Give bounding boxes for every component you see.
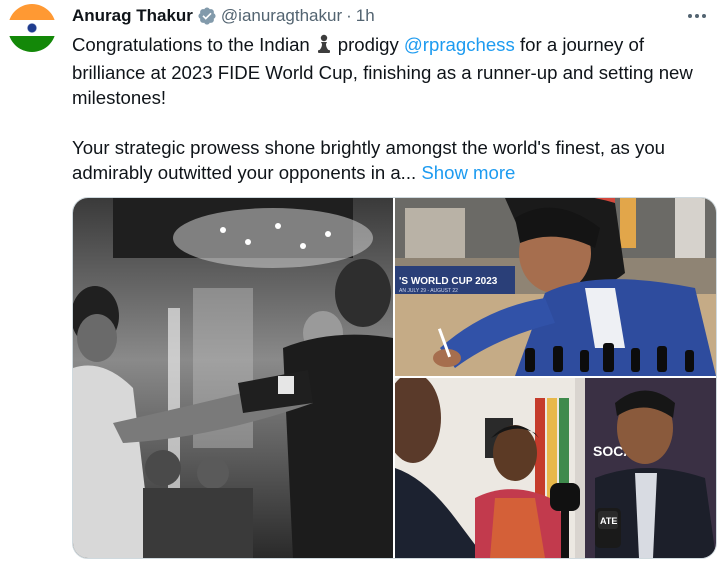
avatar-india-flag[interactable] (8, 4, 56, 52)
text-part2: prodigy (337, 34, 399, 55)
tweet-paragraph-1: Congratulations to the Indian prodigy @rp… (72, 32, 717, 110)
tweet-header: Anurag Thakur @ianuragthakur · 1h (72, 4, 375, 28)
photo-interview[interactable]: SOCAR ATE (395, 378, 716, 558)
show-more-link[interactable]: Show more (421, 162, 515, 183)
chess-pawn-icon (316, 34, 332, 60)
author-name[interactable]: Anurag Thakur (72, 6, 193, 26)
author-handle[interactable]: @ianuragthakur (221, 6, 342, 26)
more-options-icon[interactable] (684, 4, 710, 28)
separator-dot: · (346, 6, 352, 25)
photo3-mic-logo: ATE (600, 516, 617, 526)
media-grid: 'S WORLD CUP 2023 AN JULY 29 - AUGUST 22 (72, 197, 717, 559)
text-part1: Congratulations to the Indian (72, 34, 310, 55)
photo-handshake[interactable] (73, 198, 393, 558)
tweet-text: Congratulations to the Indian prodigy @rp… (72, 32, 717, 185)
verified-badge-icon (197, 6, 217, 26)
text-para2: Your strategic prowess shone brightly am… (72, 137, 666, 183)
photo2-banner: 'S WORLD CUP 2023 (399, 276, 498, 287)
photo2-banner-sub: AN JULY 29 - AUGUST 22 (399, 288, 458, 294)
tweet-time[interactable]: 1h (356, 6, 375, 26)
mention-link[interactable]: @rpragchess (404, 34, 515, 55)
photo-playing-chess[interactable]: 'S WORLD CUP 2023 AN JULY 29 - AUGUST 22 (395, 198, 716, 376)
tweet-paragraph-2: Your strategic prowess shone brightly am… (72, 135, 717, 185)
